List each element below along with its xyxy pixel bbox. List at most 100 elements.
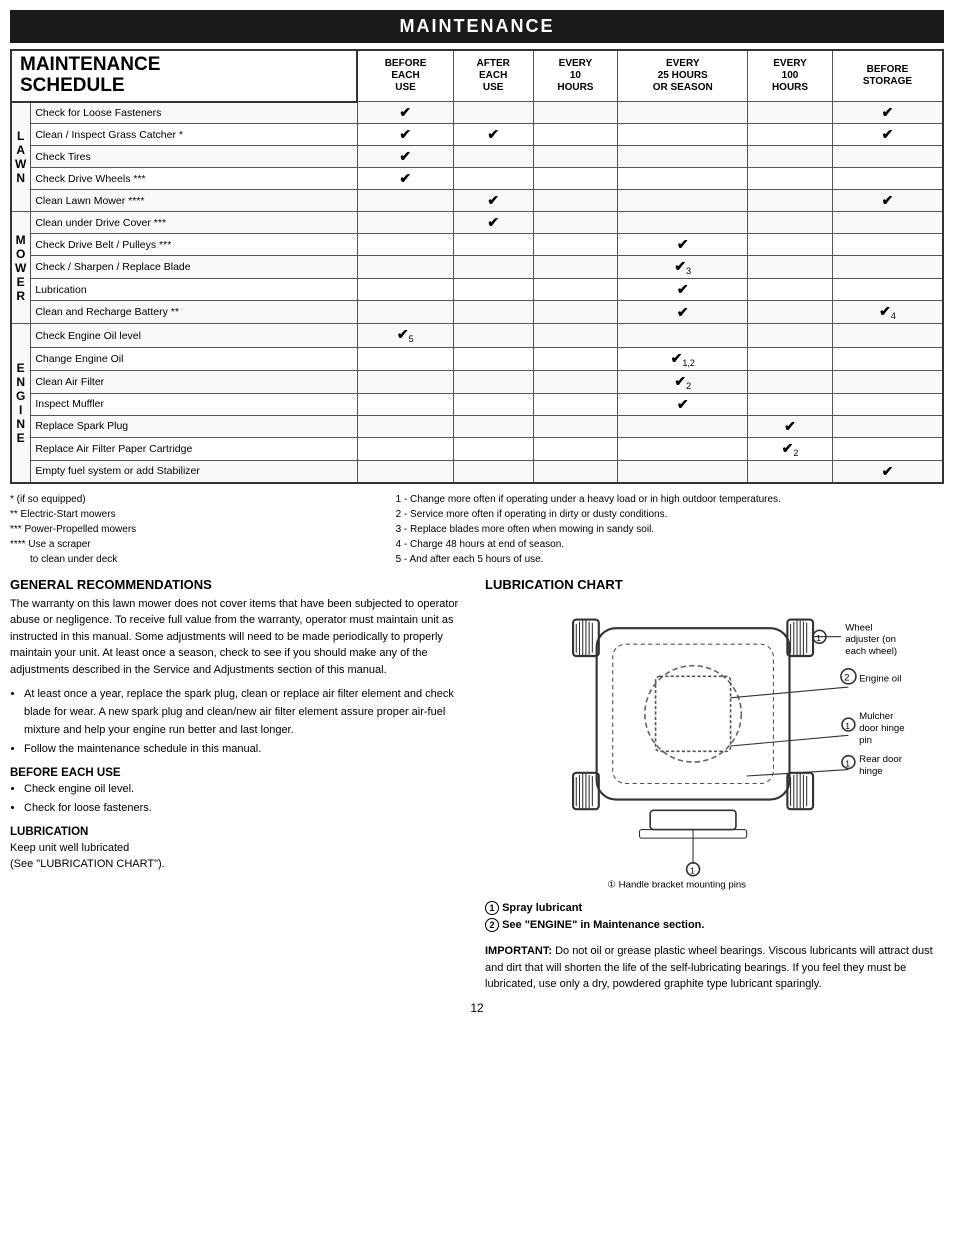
- col-header-before-storage: BEFORESTORAGE: [832, 50, 943, 102]
- svg-text:adjuster (on: adjuster (on: [845, 634, 896, 645]
- task-cell: Lubrication: [31, 279, 357, 301]
- check-cell: [748, 324, 833, 347]
- table-row: Check Drive Belt / Pulleys ***✔: [11, 234, 943, 256]
- table-row: Lubrication✔: [11, 279, 943, 301]
- schedule-title-line1: MAINTENANCE: [20, 55, 348, 76]
- check-cell: [533, 234, 618, 256]
- check-cell: [748, 168, 833, 190]
- check-cell: [748, 190, 833, 212]
- check-cell: [832, 324, 943, 347]
- task-cell: Clean Air Filter: [31, 370, 357, 393]
- footnotes-left: * (if so equipped) ** Electric-Start mow…: [10, 492, 376, 567]
- table-row: Inspect Muffler✔: [11, 393, 943, 415]
- check-cell: [748, 102, 833, 124]
- col-header-every10: EVERY10HOURS: [533, 50, 618, 102]
- before-each-use-title: BEFORE EACH USE: [10, 767, 469, 779]
- task-cell: Check for Loose Fasteners: [31, 102, 357, 124]
- task-cell: Check Drive Wheels ***: [31, 168, 357, 190]
- general-rec-title: GENERAL RECOMMENDATIONS: [10, 577, 469, 592]
- table-row: Empty fuel system or add Stabilizer✔: [11, 460, 943, 483]
- svg-text:Engine oil: Engine oil: [859, 674, 901, 685]
- check-cell: [357, 212, 453, 234]
- important-label: IMPORTANT:: [485, 945, 552, 957]
- check-cell: [357, 347, 453, 370]
- check-cell: ✔: [748, 415, 833, 437]
- svg-text:hinge: hinge: [859, 766, 883, 777]
- check-cell: [453, 415, 533, 437]
- general-rec-body: The warranty on this lawn mower does not…: [10, 596, 469, 679]
- schedule-title-cell: MAINTENANCE SCHEDULE: [11, 50, 357, 102]
- table-row: Check Drive Wheels ***✔: [11, 168, 943, 190]
- check-cell: [453, 324, 533, 347]
- check-cell: [748, 347, 833, 370]
- table-row: Check / Sharpen / Replace Blade ✔3: [11, 256, 943, 279]
- check-cell: [453, 234, 533, 256]
- bullet-2: Follow the maintenance schedule in this …: [24, 741, 469, 759]
- check-cell: [832, 415, 943, 437]
- table-row: MOWERClean under Drive Cover ***✔: [11, 212, 943, 234]
- check-cell: ✔: [357, 168, 453, 190]
- check-cell: [748, 460, 833, 483]
- table-row: Clean Lawn Mower ****✔✔: [11, 190, 943, 212]
- table-row: Replace Air Filter Paper Cartridge✔2: [11, 437, 943, 460]
- check-cell: [832, 256, 943, 279]
- check-cell: [748, 256, 833, 279]
- check-cell: [533, 212, 618, 234]
- check-cell: [357, 370, 453, 393]
- bottom-section: GENERAL RECOMMENDATIONS The warranty on …: [10, 577, 944, 993]
- svg-text:2: 2: [844, 672, 849, 683]
- check-cell: [453, 256, 533, 279]
- table-row: ENGINECheck Engine Oil level✔5: [11, 324, 943, 347]
- task-cell: Clean and Recharge Battery **: [31, 301, 357, 324]
- check-cell: [357, 301, 453, 324]
- important-body: Do not oil or grease plastic wheel beari…: [485, 945, 933, 990]
- check-cell: [832, 234, 943, 256]
- table-row: Change Engine Oil✔1,2: [11, 347, 943, 370]
- check-cell: [618, 190, 748, 212]
- check-cell: [533, 415, 618, 437]
- svg-text:Rear door: Rear door: [859, 754, 903, 765]
- check-cell: ✔: [832, 102, 943, 124]
- check-cell: ✔5: [357, 324, 453, 347]
- lub-legend-1: 1 Spray lubricant: [485, 900, 944, 918]
- schedule-body: LAWNCheck for Loose Fasteners✔✔Clean / I…: [11, 102, 943, 483]
- svg-text:1: 1: [816, 633, 821, 643]
- check-cell: [832, 393, 943, 415]
- check-cell: ✔: [832, 124, 943, 146]
- svg-text:Mulcher: Mulcher: [859, 711, 894, 722]
- svg-text:pin: pin: [859, 735, 872, 746]
- task-cell: Clean under Drive Cover ***: [31, 212, 357, 234]
- task-cell: Check Engine Oil level: [31, 324, 357, 347]
- lub-legend: 1 Spray lubricant 2 See "ENGINE" in Main…: [485, 900, 944, 935]
- check-cell: [748, 234, 833, 256]
- check-cell: [533, 168, 618, 190]
- check-cell: [357, 415, 453, 437]
- check-cell: [453, 102, 533, 124]
- important-section: IMPORTANT: Do not oil or grease plastic …: [485, 943, 944, 993]
- check-cell: ✔: [453, 212, 533, 234]
- table-row: Clean / Inspect Grass Catcher *✔✔✔: [11, 124, 943, 146]
- lubrication-title: LUBRICATION: [10, 826, 469, 838]
- lub-svg: 1 Wheel adjuster (on each wheel) 2 Engin…: [485, 596, 944, 896]
- check-cell: ✔3: [618, 256, 748, 279]
- check-cell: [748, 124, 833, 146]
- check-cell: [453, 301, 533, 324]
- task-cell: Replace Spark Plug: [31, 415, 357, 437]
- fn-note4: 4 - Charge 48 hours at end of season.: [396, 537, 944, 552]
- right-column: LUBRICATION CHART: [485, 577, 944, 993]
- fn-asterisk4: **** Use a scraper: [10, 537, 376, 552]
- col-header-after-each: AFTEREACHUSE: [453, 50, 533, 102]
- check-cell: [533, 190, 618, 212]
- footnotes-section: * (if so equipped) ** Electric-Start mow…: [10, 492, 944, 567]
- lubrication-body: Keep unit well lubricated(See "LUBRICATI…: [10, 840, 469, 873]
- check-cell: [618, 437, 748, 460]
- fn-note2: 2 - Service more often if operating in d…: [396, 507, 944, 522]
- task-cell: Check / Sharpen / Replace Blade: [31, 256, 357, 279]
- check-cell: [533, 102, 618, 124]
- task-cell: Clean Lawn Mower ****: [31, 190, 357, 212]
- check-cell: [832, 437, 943, 460]
- check-cell: [533, 256, 618, 279]
- check-cell: ✔: [357, 102, 453, 124]
- check-cell: [453, 370, 533, 393]
- table-row: Replace Spark Plug ✔: [11, 415, 943, 437]
